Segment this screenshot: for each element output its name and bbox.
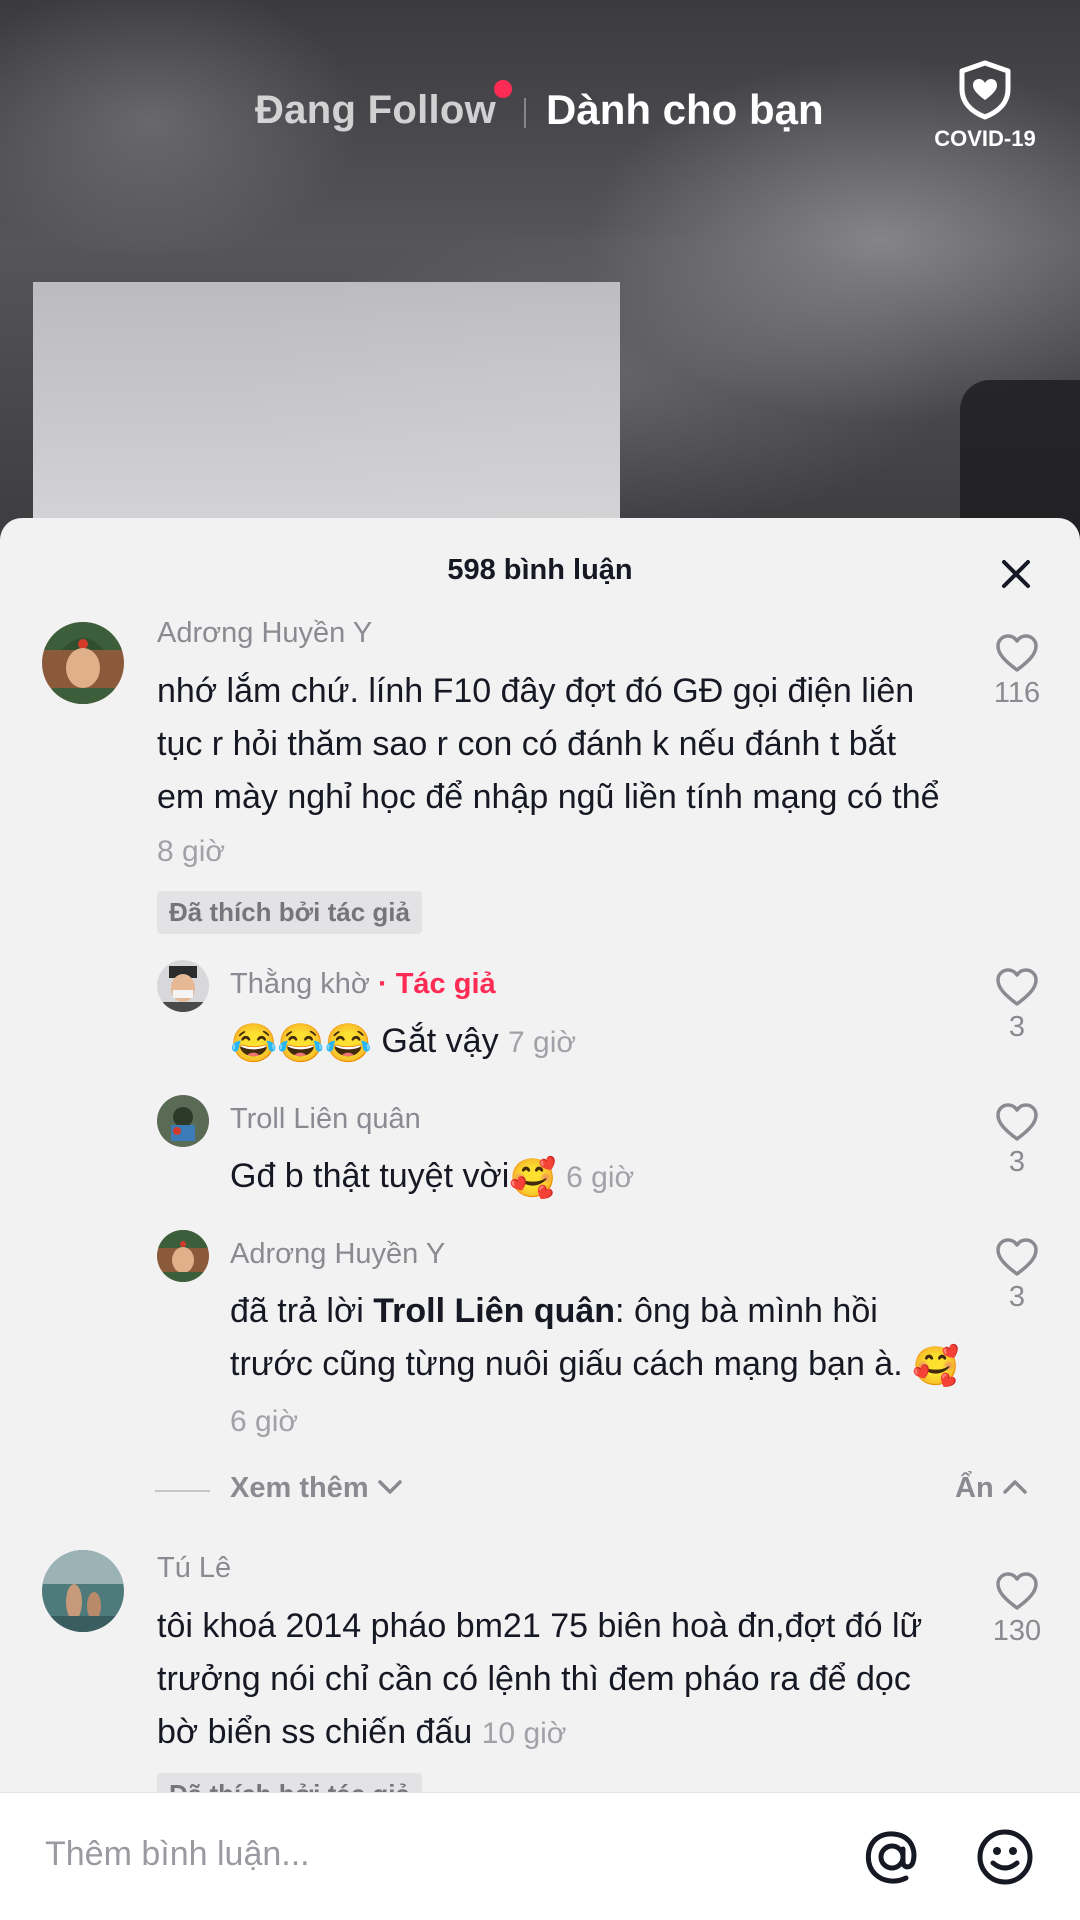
like-count: 130 bbox=[992, 1615, 1042, 1647]
tab-following[interactable]: Đang Follow bbox=[255, 88, 496, 133]
reply-time: 6 giờ bbox=[566, 1161, 635, 1194]
like-button[interactable]: 3 bbox=[977, 1102, 1057, 1179]
comment-text: nhớ lắm chứ. lính F10 đây đợt đó GĐ gọi … bbox=[157, 665, 947, 878]
reply-prefix: đã trả lời bbox=[230, 1292, 374, 1330]
comment-body: nhớ lắm chứ. lính F10 đây đợt đó GĐ gọi … bbox=[157, 672, 940, 816]
heart-icon bbox=[996, 968, 1038, 1006]
like-button[interactable]: 3 bbox=[977, 967, 1057, 1044]
hide-replies-button[interactable]: Ẩn bbox=[955, 1472, 1028, 1505]
reply-username[interactable]: Adrơng Huyền Y bbox=[230, 1238, 445, 1271]
comment-username[interactable]: Tú Lê bbox=[157, 1552, 231, 1585]
sheet-header: 598 bình luận bbox=[0, 518, 1080, 622]
shield-heart-icon bbox=[959, 60, 1011, 120]
covid-button[interactable]: COVID-19 bbox=[925, 60, 1045, 152]
like-count: 3 bbox=[1008, 1146, 1026, 1178]
covid-label: COVID-19 bbox=[934, 126, 1036, 151]
hide-label: Ẩn bbox=[955, 1472, 994, 1504]
like-count: 116 bbox=[993, 677, 1041, 709]
avatar[interactable] bbox=[157, 1230, 209, 1282]
like-button[interactable]: 3 bbox=[977, 1237, 1057, 1314]
liked-by-author-badge: Đã thích bởi tác giả bbox=[157, 891, 422, 934]
chevron-up-icon bbox=[1002, 1480, 1027, 1494]
comment-count-title: 598 bình luận bbox=[447, 554, 633, 586]
author-tag: · Tác giả bbox=[378, 968, 496, 1000]
like-button[interactable]: 116 bbox=[977, 633, 1057, 710]
reply-time: 7 giờ bbox=[508, 1026, 577, 1059]
heart-icon bbox=[996, 634, 1038, 672]
comments-sheet: 598 bình luận Adrơng Huyền Y nhớ lắm chứ… bbox=[0, 518, 1080, 1920]
heart-icon bbox=[996, 1103, 1038, 1141]
reply-username[interactable]: Thằng khờ · Tác giả bbox=[230, 968, 496, 1001]
replies-toggle-row: Xem thêm Ẩn bbox=[155, 1470, 1035, 1510]
username-text: Thằng khờ bbox=[230, 968, 370, 1000]
reply-body: Gđ b thật tuyệt vời bbox=[230, 1157, 510, 1195]
reply-username[interactable]: Troll Liên quân bbox=[230, 1103, 421, 1136]
notification-dot bbox=[494, 80, 512, 98]
comment-text: tôi khoá 2014 pháo bm21 75 biên hoà đn,đ… bbox=[157, 1600, 947, 1760]
avatar[interactable] bbox=[42, 1550, 124, 1632]
top-nav: Đang Follow Dành cho bạn bbox=[0, 80, 1080, 140]
comment-input-bar: Thêm bình luận... bbox=[0, 1792, 1080, 1920]
avatar[interactable] bbox=[157, 960, 209, 1012]
comment-time: 8 giờ bbox=[157, 835, 226, 868]
like-count: 3 bbox=[1008, 1011, 1026, 1043]
heart-icon bbox=[996, 1238, 1038, 1276]
reply-time: 6 giờ bbox=[230, 1405, 299, 1438]
video-dark-shape bbox=[960, 380, 1080, 540]
avatar[interactable] bbox=[157, 1095, 209, 1147]
smiling-hearts-emoji: 🥰 bbox=[509, 1158, 557, 1200]
mention-icon[interactable] bbox=[862, 1827, 922, 1887]
reply-body: Gắt vậy bbox=[381, 1022, 499, 1060]
video-overlay-panel bbox=[33, 282, 620, 540]
reply-text: Gđ b thật tuyệt vời🥰 6 giờ bbox=[230, 1150, 950, 1206]
emoji-icon[interactable] bbox=[975, 1827, 1035, 1887]
comment-time: 10 giờ bbox=[481, 1717, 567, 1750]
smiling-hearts-emoji: 🥰 bbox=[912, 1346, 960, 1388]
like-count: 3 bbox=[1008, 1281, 1026, 1313]
close-icon[interactable] bbox=[996, 554, 1036, 594]
reply-text: đã trả lời Troll Liên quân: ông bà mình … bbox=[230, 1285, 960, 1448]
avatar[interactable] bbox=[42, 622, 124, 704]
tab-for-you[interactable]: Dành cho bạn bbox=[546, 86, 824, 134]
see-more-button[interactable]: Xem thêm bbox=[230, 1472, 403, 1505]
divider-line bbox=[155, 1490, 210, 1492]
comment-username[interactable]: Adrơng Huyền Y bbox=[157, 617, 372, 650]
heart-icon bbox=[996, 1572, 1038, 1610]
comment-input[interactable]: Thêm bình luận... bbox=[45, 1835, 310, 1874]
laughing-emoji: 😂😂😂 bbox=[230, 1023, 372, 1065]
nav-divider bbox=[524, 98, 526, 128]
like-button[interactable]: 130 bbox=[977, 1571, 1057, 1648]
reply-to-username[interactable]: Troll Liên quân bbox=[373, 1292, 615, 1330]
reply-text: 😂😂😂 Gắt vậy 7 giờ bbox=[230, 1015, 950, 1071]
chevron-down-icon bbox=[377, 1480, 402, 1494]
see-more-label: Xem thêm bbox=[230, 1472, 369, 1504]
